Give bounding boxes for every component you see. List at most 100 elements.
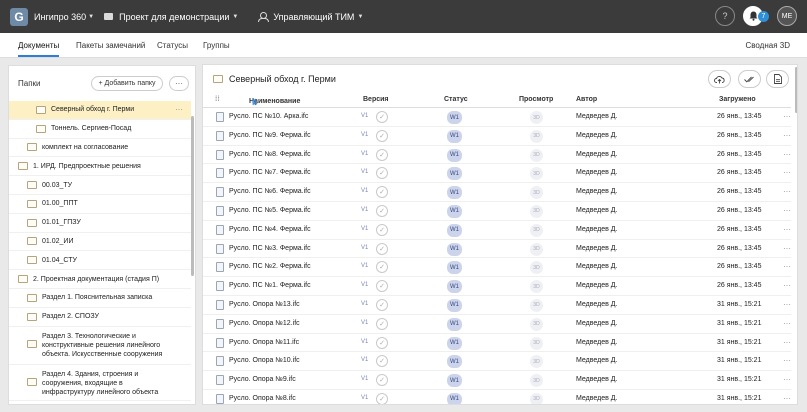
row-more-button[interactable]: ··· <box>783 281 791 290</box>
folder-item[interactable]: комплект на согласование <box>9 139 191 158</box>
version-label[interactable]: V1 <box>361 320 368 326</box>
folder-item[interactable]: 01.04_СТУ <box>9 251 191 271</box>
file-name[interactable]: Русло. ПС №1. Ферма.ifc <box>229 282 311 289</box>
app-switcher[interactable]: Ингипро 360 ▼ <box>34 12 94 22</box>
table-row[interactable]: Русло. ПС №9. Ферма.ifc V1 ✓ W1 3D Медведев Д… <box>203 127 791 146</box>
preview-3d-button[interactable]: 3D <box>530 317 543 331</box>
status-badge[interactable]: W1 <box>447 261 462 275</box>
table-row[interactable]: Русло. ПС №10. Арка.ifc V1 ✓ W1 3D Медведев Д… <box>203 108 791 127</box>
version-label[interactable]: V1 <box>361 395 368 401</box>
row-more-button[interactable]: ··· <box>783 262 791 271</box>
file-name[interactable]: Русло. ПС №6. Ферма.ifc <box>229 188 311 195</box>
sort-icon[interactable]: ⇅ <box>251 98 258 107</box>
check-icon[interactable]: ✓ <box>376 261 388 274</box>
row-more-button[interactable]: ··· <box>783 300 791 309</box>
row-more-button[interactable]: ··· <box>783 375 791 384</box>
table-row[interactable]: Русло. Опора №13.ifc V1 ✓ W1 3D Медведев Д. 31… <box>203 296 791 315</box>
add-folder-button[interactable]: + Добавить папку <box>91 76 163 91</box>
version-label[interactable]: V1 <box>361 226 368 232</box>
file-name[interactable]: Русло. ПС №2. Ферма.ifc <box>229 263 311 270</box>
preview-3d-button[interactable]: 3D <box>530 280 543 294</box>
table-row[interactable]: Русло. ПС №1. Ферма.ifc V1 ✓ W1 3D Медведев Д… <box>203 277 791 296</box>
version-label[interactable]: V1 <box>361 132 368 138</box>
check-icon[interactable]: ✓ <box>376 242 388 255</box>
status-badge[interactable]: W1 <box>447 204 462 218</box>
version-label[interactable]: V1 <box>361 151 368 157</box>
row-more-button[interactable]: ··· <box>783 338 791 347</box>
row-more-button[interactable]: ··· <box>783 319 791 328</box>
check-icon[interactable]: ✓ <box>376 317 388 330</box>
preview-3d-button[interactable]: 3D <box>530 186 543 200</box>
preview-3d-button[interactable]: 3D <box>530 261 543 275</box>
file-name[interactable]: Русло. ПС №5. Ферма.ifc <box>229 207 311 214</box>
folder-item[interactable]: 1. ИРД. Предпроектные решения <box>9 157 191 177</box>
preview-3d-button[interactable]: 3D <box>530 111 543 124</box>
project-selector[interactable]: Проект для демонстрации ▼ <box>104 12 238 22</box>
file-name[interactable]: Русло. ПС №8. Ферма.ifc <box>229 151 311 158</box>
column-preview-header[interactable]: Просмотр <box>519 96 553 103</box>
status-badge[interactable]: W1 <box>447 392 462 404</box>
status-badge[interactable]: W1 <box>447 129 462 143</box>
table-row[interactable]: Русло. ПС №7. Ферма.ifc V1 ✓ W1 3D Медведев Д… <box>203 164 791 184</box>
folder-more-button[interactable]: ··· <box>175 105 183 114</box>
folder-item[interactable]: 00.03_ТУ <box>9 176 191 195</box>
table-row[interactable]: Русло. ПС №4. Ферма.ifc V1 ✓ W1 3D Медведев Д… <box>203 221 791 240</box>
file-name[interactable]: Русло. Опора №11.ifc <box>229 339 299 346</box>
check-icon[interactable]: ✓ <box>376 280 388 293</box>
check-icon[interactable]: ✓ <box>376 223 388 236</box>
file-name[interactable]: Русло. ПС №10. Арка.ifc <box>229 113 308 120</box>
ingipro-logo-icon[interactable]: G <box>10 7 28 26</box>
status-badge[interactable]: W1 <box>447 167 462 181</box>
file-name[interactable]: Русло. Опора №8.ifc <box>229 395 296 402</box>
preview-3d-button[interactable]: 3D <box>530 242 543 256</box>
file-name[interactable]: Русло. ПС №7. Ферма.ifc <box>229 169 311 176</box>
row-more-button[interactable]: ··· <box>783 168 791 177</box>
preview-3d-button[interactable]: 3D <box>530 167 543 181</box>
status-badge[interactable]: W1 <box>447 317 462 331</box>
status-badge[interactable]: W1 <box>447 280 462 294</box>
folder-item[interactable]: 01.01_ГПЗУ <box>9 214 191 233</box>
status-badge[interactable]: W1 <box>447 148 462 162</box>
preview-3d-button[interactable]: 3D <box>530 148 543 162</box>
folder-item[interactable]: Раздел 2. СПОЗУ <box>9 308 191 327</box>
version-label[interactable]: V1 <box>361 188 368 194</box>
file-name[interactable]: Русло. Опора №12.ifc <box>229 320 300 327</box>
role-selector[interactable]: Управляющий ТИМ ▼ <box>248 12 363 22</box>
notifications-button[interactable]: 7 <box>743 6 769 26</box>
column-author-header[interactable]: Автор <box>576 96 597 103</box>
table-row[interactable]: Русло. ПС №2. Ферма.ifc V1 ✓ W1 3D Медведев Д… <box>203 258 791 278</box>
preview-3d-button[interactable]: 3D <box>530 129 543 143</box>
check-icon[interactable]: ✓ <box>376 204 388 217</box>
export-button[interactable] <box>766 70 789 88</box>
user-avatar[interactable]: ME <box>777 6 797 26</box>
row-more-button[interactable]: ··· <box>783 131 791 140</box>
check-icon[interactable]: ✓ <box>376 129 388 142</box>
version-label[interactable]: V1 <box>361 263 368 269</box>
preview-3d-button[interactable]: 3D <box>530 355 543 369</box>
version-label[interactable]: V1 <box>361 376 368 382</box>
table-row[interactable]: Русло. ПС №8. Ферма.ifc V1 ✓ W1 3D Медведев Д… <box>203 146 791 165</box>
version-label[interactable]: V1 <box>361 207 368 213</box>
preview-3d-button[interactable]: 3D <box>530 392 543 404</box>
file-name[interactable]: Русло. Опора №10.ifc <box>229 357 300 364</box>
file-name[interactable]: Русло. ПС №9. Ферма.ifc <box>229 132 311 139</box>
table-row[interactable]: Русло. ПС №3. Ферма.ifc V1 ✓ W1 3D Медведев Д… <box>203 240 791 259</box>
table-row[interactable]: Русло. Опора №10.ifc V1 ✓ W1 3D Медведев Д. 31… <box>203 352 791 372</box>
select-handle-icon[interactable]: ⁞⁞ <box>215 96 220 103</box>
help-button[interactable]: ? <box>715 6 735 26</box>
row-more-button[interactable]: ··· <box>783 225 791 234</box>
preview-3d-button[interactable]: 3D <box>530 336 543 350</box>
folder-item[interactable]: 01.00_ППТ <box>9 195 191 214</box>
version-label[interactable]: V1 <box>361 339 368 345</box>
row-more-button[interactable]: ··· <box>783 187 791 196</box>
table-row[interactable]: Русло. Опора №9.ifc V1 ✓ W1 3D Медведев Д. 31 … <box>203 371 791 390</box>
check-icon[interactable]: ✓ <box>376 186 388 199</box>
file-name[interactable]: Русло. ПС №4. Ферма.ifc <box>229 226 311 233</box>
tab-remark-packages[interactable]: Пакеты замечаний <box>76 41 145 50</box>
row-more-button[interactable]: ··· <box>783 206 791 215</box>
folders-more-button[interactable]: ··· <box>169 76 189 91</box>
status-badge[interactable]: W1 <box>447 298 462 312</box>
check-icon[interactable]: ✓ <box>376 336 388 349</box>
check-icon[interactable]: ✓ <box>376 111 388 123</box>
check-icon[interactable]: ✓ <box>376 355 388 368</box>
